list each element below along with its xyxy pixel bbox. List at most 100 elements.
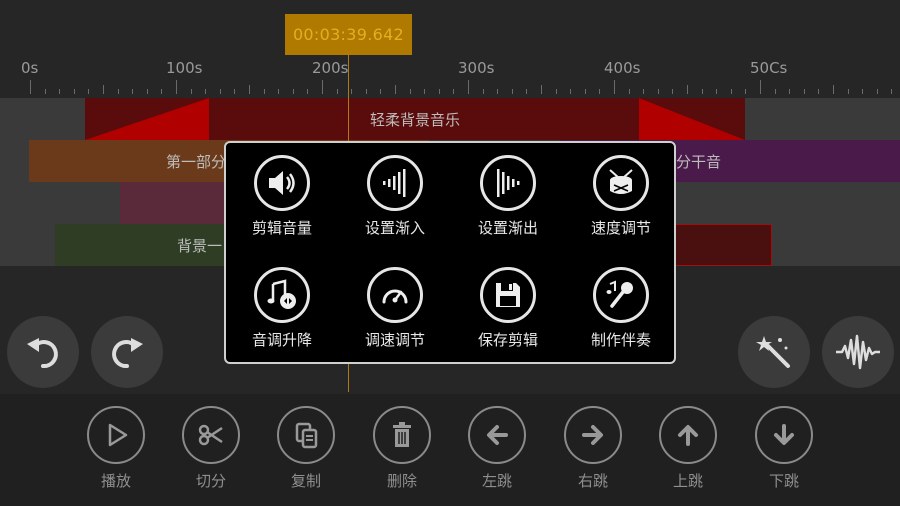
arrow-down-icon bbox=[755, 406, 813, 464]
ruler-tick bbox=[161, 89, 163, 94]
fade-out-icon bbox=[480, 155, 536, 211]
ruler-tick bbox=[657, 89, 659, 94]
microphone-icon bbox=[593, 267, 649, 323]
ruler-tick bbox=[701, 89, 703, 94]
menu-item-speed-adjust[interactable]: 速度调节 bbox=[565, 143, 677, 243]
ruler-tick bbox=[453, 89, 455, 94]
ruler-tick bbox=[628, 89, 630, 94]
menu-item-label: 音调升降 bbox=[251, 331, 312, 349]
ruler-tick bbox=[555, 89, 557, 94]
speedometer-icon bbox=[367, 267, 423, 323]
ruler-tick bbox=[190, 89, 192, 94]
ruler-tick bbox=[117, 89, 119, 94]
volume-icon bbox=[254, 155, 310, 211]
play-icon bbox=[87, 406, 145, 464]
delete-button[interactable]: 删除 bbox=[362, 406, 442, 502]
ruler-tick bbox=[745, 89, 747, 94]
menu-item-label: 设置渐出 bbox=[477, 219, 538, 237]
ruler-tick bbox=[219, 89, 221, 94]
ruler-tick bbox=[146, 89, 148, 94]
arrow-up-icon bbox=[659, 406, 717, 464]
waveform-icon bbox=[836, 334, 880, 370]
ruler-tick bbox=[249, 85, 250, 94]
menu-item-fade-out[interactable]: 设置渐出 bbox=[452, 143, 564, 243]
ruler-label-200: 200s bbox=[312, 59, 349, 77]
ruler-tick bbox=[30, 80, 31, 94]
play-button[interactable]: 播放 bbox=[76, 406, 156, 502]
scissors-icon bbox=[182, 406, 240, 464]
ruler-label-100: 100s bbox=[166, 59, 203, 77]
menu-item-fade-in[interactable]: 设置渐入 bbox=[339, 143, 451, 243]
magic-wand-icon bbox=[756, 336, 790, 368]
ruler-tick bbox=[774, 89, 776, 94]
clip-label: 分干音 bbox=[676, 152, 722, 171]
menu-item-label: 制作伴奏 bbox=[590, 331, 651, 349]
split-button[interactable]: 切分 bbox=[171, 406, 251, 502]
ruler-tick bbox=[395, 85, 396, 94]
time-ruler[interactable]: 0s 100s 200s 300s 400s 50Cs bbox=[0, 58, 900, 94]
ruler-tick bbox=[614, 80, 615, 94]
undo-button[interactable] bbox=[7, 316, 79, 388]
drum-icon bbox=[593, 155, 649, 211]
waveform-button[interactable] bbox=[822, 316, 894, 388]
ruler-tick bbox=[833, 85, 834, 94]
ruler-tick bbox=[570, 89, 572, 94]
ruler-tick bbox=[584, 89, 586, 94]
ruler-tick bbox=[891, 89, 893, 94]
ruler-tick bbox=[789, 89, 791, 94]
ruler-tick bbox=[876, 89, 878, 94]
ruler-tick bbox=[205, 89, 207, 94]
copy-button[interactable]: 复制 bbox=[266, 406, 346, 502]
track-1[interactable]: 轻柔背景音乐 bbox=[0, 98, 900, 140]
bottom-toolbar: 播放 切分 复制 删除 左跳 右跳 上跳 下跳 bbox=[0, 394, 900, 506]
ruler-tick bbox=[730, 89, 732, 94]
redo-icon bbox=[112, 338, 143, 369]
play-label: 播放 bbox=[100, 472, 131, 490]
ruler-tick bbox=[424, 89, 426, 94]
copy-label: 复制 bbox=[290, 472, 321, 490]
ruler-label-500: 50Cs bbox=[750, 59, 788, 77]
menu-item-make-accompaniment[interactable]: 制作伴奏 bbox=[565, 255, 677, 355]
menu-item-pitch[interactable]: 音调升降 bbox=[226, 255, 338, 355]
ruler-tick bbox=[73, 89, 75, 94]
menu-item-label: 调速调节 bbox=[364, 331, 425, 349]
jump-up-button[interactable]: 上跳 bbox=[648, 406, 728, 502]
save-icon bbox=[480, 267, 536, 323]
jump-right-label: 右跳 bbox=[577, 472, 608, 490]
ruler-tick bbox=[132, 89, 134, 94]
clip-background-music[interactable]: 轻柔背景音乐 bbox=[85, 98, 745, 140]
ruler-tick bbox=[263, 89, 265, 94]
menu-item-save-clip[interactable]: 保存剪辑 bbox=[452, 255, 564, 355]
ruler-tick bbox=[103, 85, 104, 94]
ruler-tick bbox=[88, 89, 90, 94]
ruler-tick bbox=[526, 89, 528, 94]
jump-down-button[interactable]: 下跳 bbox=[744, 406, 824, 502]
menu-item-tempo[interactable]: 调速调节 bbox=[339, 255, 451, 355]
ruler-label-400: 400s bbox=[604, 59, 641, 77]
ruler-tick bbox=[409, 89, 411, 94]
ruler-tick bbox=[716, 89, 718, 94]
ruler-tick bbox=[511, 89, 513, 94]
jump-up-label: 上跳 bbox=[672, 472, 703, 490]
effects-button[interactable] bbox=[738, 316, 810, 388]
ruler-tick bbox=[468, 80, 469, 94]
ruler-tick bbox=[687, 85, 688, 94]
undo-icon bbox=[27, 338, 58, 369]
ruler-label-300: 300s bbox=[458, 59, 495, 77]
jump-left-label: 左跳 bbox=[481, 472, 512, 490]
menu-item-label: 速度调节 bbox=[590, 219, 651, 237]
ruler-tick bbox=[44, 89, 46, 94]
jump-left-button[interactable]: 左跳 bbox=[457, 406, 537, 502]
ruler-tick bbox=[541, 85, 542, 94]
trash-icon bbox=[373, 406, 431, 464]
ruler-label-0: 0s bbox=[21, 59, 39, 77]
ruler-tick bbox=[482, 89, 484, 94]
ruler-tick bbox=[818, 89, 820, 94]
clip-label: 背景一 bbox=[177, 236, 223, 255]
jump-right-button[interactable]: 右跳 bbox=[553, 406, 633, 502]
current-time-readout: 00:03:39.642 bbox=[285, 14, 412, 55]
ruler-tick bbox=[847, 89, 849, 94]
menu-item-clip-volume[interactable]: 剪辑音量 bbox=[226, 143, 338, 243]
redo-button[interactable] bbox=[91, 316, 163, 388]
ruler-tick bbox=[336, 89, 338, 94]
